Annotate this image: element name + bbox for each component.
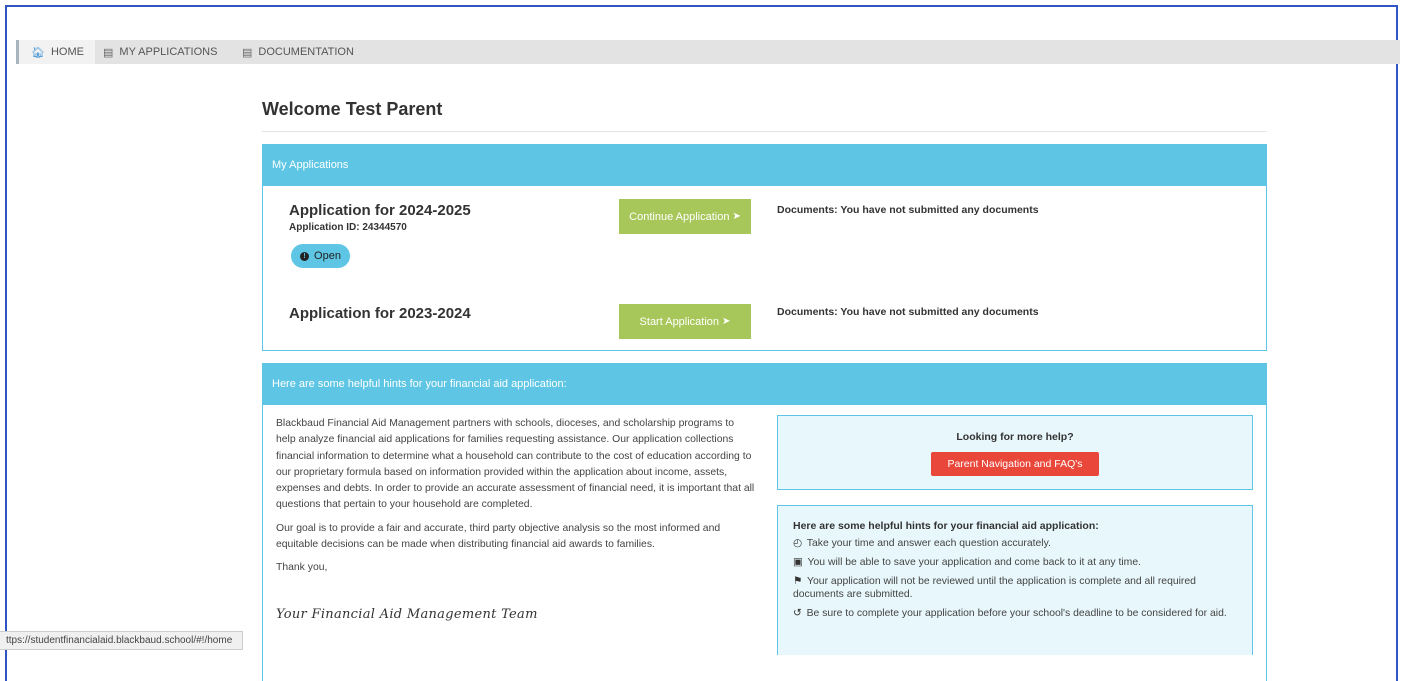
application-title: Application for 2023-2024	[289, 305, 471, 322]
nav-my-applications-label: MY APPLICATIONS	[119, 46, 218, 58]
info-icon: !	[300, 251, 310, 261]
status-badge: ! Open	[291, 244, 350, 268]
hint-text: Take your time and answer each question …	[806, 538, 1051, 549]
nav-documentation[interactable]: ▤ DOCUMENTATION	[242, 40, 354, 64]
clock-icon: ◴	[793, 538, 803, 549]
arrow-circle-right-icon: ➤	[732, 211, 741, 222]
nav-home[interactable]: 🏠︎ HOME	[16, 40, 95, 64]
hint-text: You will be able to save your applicatio…	[807, 557, 1141, 568]
history-icon: ↺	[793, 608, 802, 619]
goal-paragraph: Our goal is to provide a fair and accura…	[276, 522, 721, 551]
documents-status: Documents: You have not submitted any do…	[777, 306, 1039, 318]
hints-panel-header: Here are some helpful hints for your fin…	[262, 363, 1267, 405]
hint-item: ◴ Take your time and answer each questio…	[793, 537, 1237, 550]
nav-home-label: HOME	[50, 46, 84, 58]
my-applications-header-label: My Applications	[272, 159, 349, 171]
flag-icon: ⚑	[793, 576, 803, 587]
page-title: Welcome Test Parent	[262, 99, 443, 119]
parent-navigation-faq-button[interactable]: Parent Navigation and FAQ's	[931, 452, 1099, 476]
about-text: Blackbaud Financial Aid Management partn…	[276, 416, 756, 584]
documents-status: Documents: You have not submitted any do…	[777, 204, 1039, 216]
about-paragraph: Blackbaud Financial Aid Management partn…	[276, 418, 755, 511]
application-title: Application for 2024-2025	[289, 202, 471, 219]
hint-item: ⚑ Your application will not be reviewed …	[793, 575, 1237, 601]
application-id: Application ID: 24344570	[289, 222, 407, 233]
continue-application-button[interactable]: Continue Application ➤	[619, 199, 751, 234]
status-bar-url: ttps://studentfinancialaid.blackbaud.sch…	[0, 631, 244, 650]
signature: Your Financial Aid Management Team	[276, 607, 538, 622]
status-badge-label: Open	[314, 250, 341, 262]
hint-text: Your application will not be reviewed un…	[793, 576, 1196, 600]
hints-panel-header-label: Here are some helpful hints for your fin…	[272, 378, 567, 390]
hint-item: ↺ Be sure to complete your application b…	[793, 607, 1237, 620]
thanks-text: Thank you,	[276, 562, 328, 574]
my-applications-header: My Applications	[262, 144, 1267, 186]
document-icon: ▤	[242, 46, 253, 59]
nav-my-applications[interactable]: ▤ MY APPLICATIONS	[103, 40, 217, 64]
save-icon: ▣	[793, 557, 803, 568]
hint-item: ▣ You will be able to save your applicat…	[793, 556, 1237, 569]
start-application-button[interactable]: Start Application ➤	[619, 304, 751, 339]
hints-box: Here are some helpful hints for your fin…	[777, 505, 1253, 655]
arrow-circle-right-icon: ➤	[722, 316, 731, 327]
continue-application-label: Continue Application	[629, 210, 730, 223]
hints-title: Here are some helpful hints for your fin…	[793, 520, 1099, 532]
hint-text: Be sure to complete your application bef…	[806, 608, 1227, 619]
more-help-title: Looking for more help?	[956, 431, 1074, 443]
home-icon: 🏠︎	[31, 46, 45, 59]
title-divider	[262, 131, 1267, 132]
list-icon: ▤	[103, 46, 114, 59]
more-help-box: Looking for more help? Parent Navigation…	[777, 415, 1253, 490]
nav-documentation-label: DOCUMENTATION	[258, 46, 354, 58]
start-application-label: Start Application	[639, 315, 720, 328]
top-navbar: 🏠︎ HOME ▤ MY APPLICATIONS ▤ DOCUMENTATIO…	[16, 40, 1400, 64]
